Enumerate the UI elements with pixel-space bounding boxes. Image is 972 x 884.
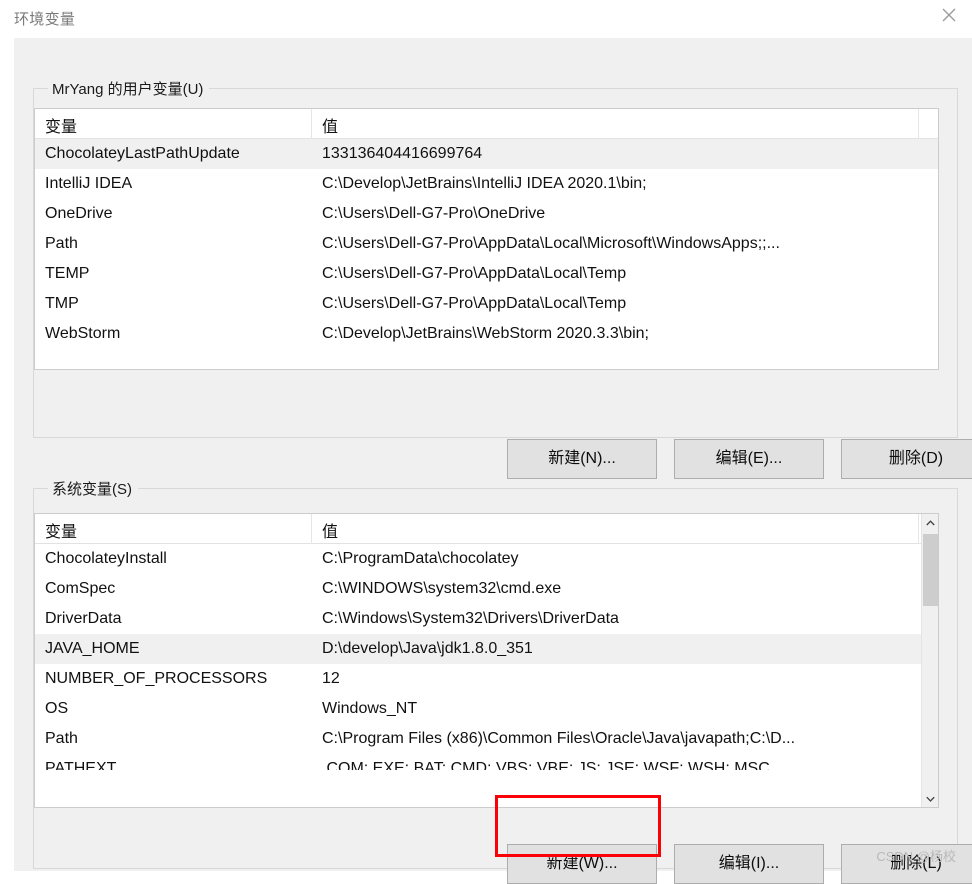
window-title: 环境变量 [14,11,76,28]
table-row[interactable]: ChocolateyLastPathUpdate 1331364044166997… [35,139,938,169]
user-variable-value: C:\Users\Dell-G7-Pro\AppData\Local\Temp [322,295,627,312]
system-variables-rows: ChocolateyInstall C:\ProgramData\chocolat… [35,544,938,770]
system-column-header-name[interactable]: 变量 [35,514,312,544]
system-variable-name: DriverData [45,610,122,627]
scrollbar-thumb[interactable] [923,534,938,606]
table-row[interactable]: NUMBER_OF_PROCESSORS 12 [35,664,938,694]
system-variable-value: C:\ProgramData\chocolatey [322,550,519,567]
system-variable-name: ChocolateyInstall [45,550,167,567]
system-variable-value: C:\Program Files (x86)\Common Files\Orac… [322,730,796,747]
user-variables-rows: ChocolateyLastPathUpdate 1331364044166997… [35,139,938,349]
table-row[interactable]: OneDrive C:\Users\Dell-G7-Pro\OneDrive [35,199,938,229]
user-variable-name: WebStorm [45,325,121,342]
system-variable-value: Windows_NT [322,700,418,717]
table-row[interactable]: ComSpec C:\WINDOWS\system32\cmd.exe [35,574,938,604]
system-list-scrollbar[interactable] [921,514,938,807]
system-new-button[interactable]: 新建(W)... [507,844,657,884]
user-delete-button[interactable]: 删除(D) [841,439,972,479]
user-variable-value: C:\Users\Dell-G7-Pro\AppData\Local\Micro… [322,235,780,252]
system-variable-name: ComSpec [45,580,116,597]
user-variable-name: Path [45,235,78,252]
user-variable-value: C:\Develop\JetBrains\IntelliJ IDEA 2020.… [322,175,647,192]
table-row[interactable]: JAVA_HOME D:\develop\Java\jdk1.8.0_351 [35,634,938,664]
chevron-up-icon[interactable] [922,514,938,531]
system-variable-name: OS [45,700,69,717]
system-variable-value: D:\develop\Java\jdk1.8.0_351 [322,640,533,657]
table-row[interactable]: OS Windows_NT [35,694,938,724]
user-column-header-name[interactable]: 变量 [35,109,312,139]
user-variable-value: 133136404416699764 [322,145,483,162]
system-variable-name: Path [45,730,78,747]
table-row[interactable]: Path C:\Users\Dell-G7-Pro\AppData\Local\M… [35,229,938,259]
table-row[interactable]: IntelliJ IDEA C:\Develop\JetBrains\Intell… [35,169,938,199]
system-variable-value: 12 [322,670,340,687]
chevron-down-icon[interactable] [922,790,938,807]
system-variables-list-header: 变量 值 [35,514,938,544]
user-new-button[interactable]: 新建(N)... [507,439,657,479]
system-variable-name: NUMBER_OF_PROCESSORS [45,670,268,687]
dialog-body: MrYang 的用户变量(U) 变量 值 ChocolateyLastPathU… [14,38,972,884]
system-variables-group-label: 系统变量(S) [48,478,138,499]
system-variable-name: JAVA_HOME [45,640,140,657]
user-variable-name: IntelliJ IDEA [45,175,133,192]
table-row[interactable]: TEMP C:\Users\Dell-G7-Pro\AppData\Local\T… [35,259,938,289]
system-variable-name: PATHEXT [45,760,117,770]
user-variable-name: ChocolateyLastPathUpdate [45,145,240,162]
user-edit-button[interactable]: 编辑(E)... [674,439,824,479]
user-variable-name: OneDrive [45,205,113,222]
user-variable-name: TMP [45,295,79,312]
table-row[interactable]: ChocolateyInstall C:\ProgramData\chocolat… [35,544,938,574]
system-variable-value: C:\WINDOWS\system32\cmd.exe [322,580,562,597]
title-bar: 环境变量 [0,0,972,38]
user-column-header-value[interactable]: 值 [312,109,919,139]
table-row[interactable]: TMP C:\Users\Dell-G7-Pro\AppData\Local\Te… [35,289,938,319]
user-variables-list-header: 变量 值 [35,109,938,139]
table-row[interactable]: DriverData C:\Windows\System32\Drivers\Dr… [35,604,938,634]
environment-variables-dialog: 环境变量 MrYang 的用户变量(U) 变量 值 ChocolateyLast… [0,0,972,884]
system-variable-value: .COM;.EXE;.BAT;.CMD;.VBS;.VBE;.JS;.JSE;.… [322,760,770,770]
user-variable-name: TEMP [45,265,90,282]
user-variable-value: C:\Develop\JetBrains\WebStorm 2020.3.3\b… [322,325,649,342]
system-variable-value: C:\Windows\System32\Drivers\DriverData [322,610,619,627]
system-column-header-value[interactable]: 值 [312,514,919,544]
watermark: CSDN @杨校 [876,849,956,864]
system-variables-list[interactable]: 变量 值 ChocolateyInstall C:\ProgramData\cho… [34,513,939,808]
table-row[interactable]: PATHEXT .COM;.EXE;.BAT;.CMD;.VBS;.VBE;.JS… [35,754,938,770]
close-icon[interactable] [926,0,972,30]
user-variable-value: C:\Users\Dell-G7-Pro\OneDrive [322,205,546,222]
user-column-header-filler [919,109,938,139]
user-variables-group-label: MrYang 的用户变量(U) [48,78,210,99]
user-variables-list[interactable]: 变量 值 ChocolateyLastPathUpdate 13313640441… [34,108,939,370]
user-variable-value: C:\Users\Dell-G7-Pro\AppData\Local\Temp [322,265,627,282]
table-row[interactable]: Path C:\Program Files (x86)\Common Files\… [35,724,938,754]
system-edit-button[interactable]: 编辑(I)... [674,844,824,884]
table-row[interactable]: WebStorm C:\Develop\JetBrains\WebStorm 20… [35,319,938,349]
